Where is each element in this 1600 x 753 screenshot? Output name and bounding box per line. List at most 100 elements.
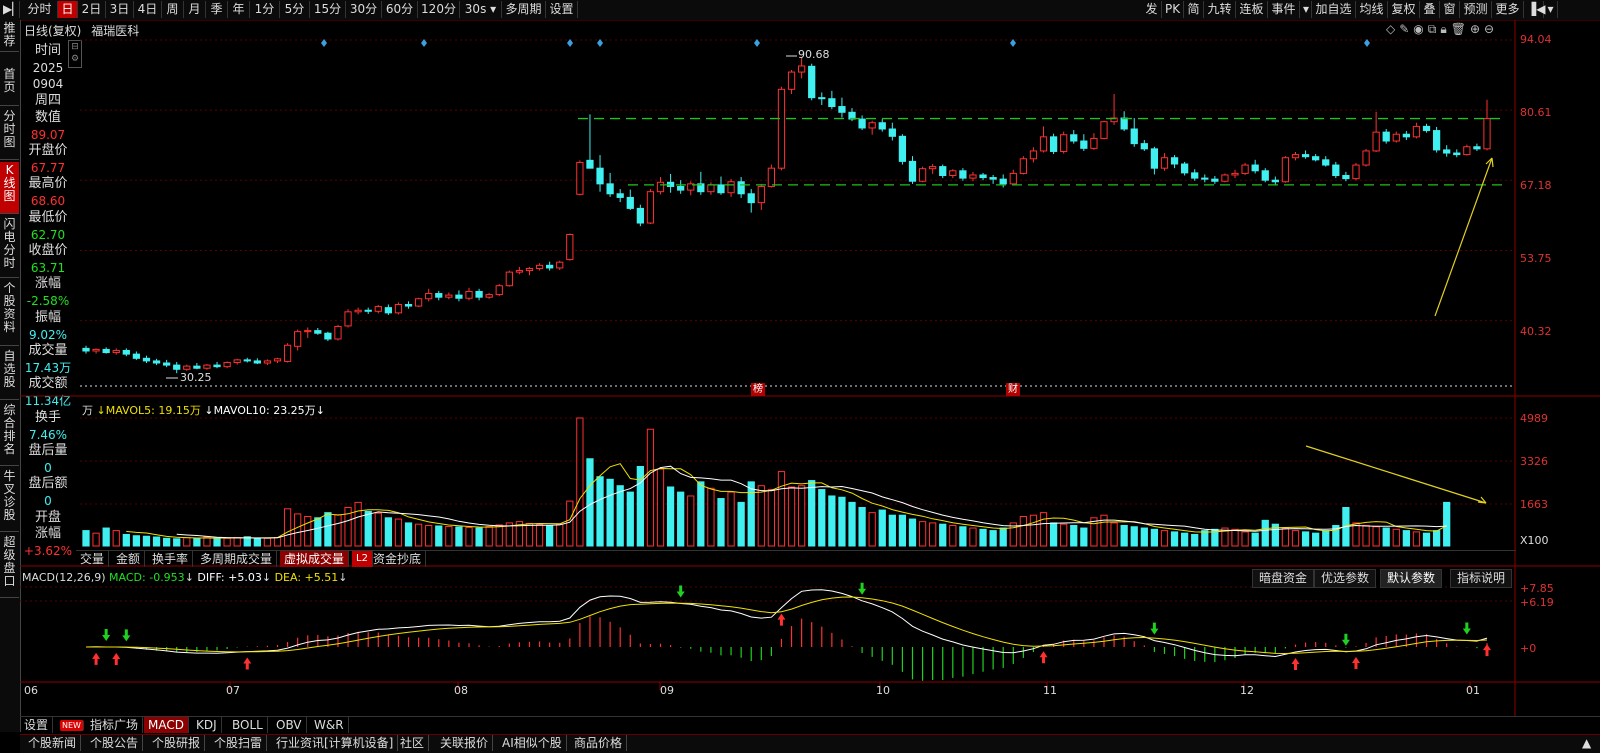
month-label: 12 bbox=[1240, 684, 1254, 697]
tab-turnover[interactable]: 换手率 bbox=[148, 551, 194, 567]
tab-capital-bottom[interactable]: 资金抄底 bbox=[369, 551, 427, 567]
candle-body bbox=[152, 360, 161, 364]
volume-bar bbox=[989, 530, 997, 547]
trash-icon[interactable]: 🗑︎ bbox=[1451, 22, 1470, 36]
link-industry-news[interactable]: 行业资讯[计算机设备] bbox=[272, 735, 399, 751]
link-related-quotes[interactable]: 关联报价 bbox=[436, 735, 494, 751]
link-community[interactable]: 社区 bbox=[396, 735, 430, 751]
link-stock-news[interactable]: 个股新闻 bbox=[24, 735, 82, 751]
candle-body bbox=[868, 122, 876, 129]
candle-body bbox=[878, 122, 886, 130]
volume-bar bbox=[1322, 530, 1330, 547]
candle-body bbox=[1342, 174, 1350, 180]
zoom-out-icon[interactable]: ⊖ bbox=[1484, 22, 1498, 36]
death-cross-arrow bbox=[676, 585, 685, 598]
ranking-marker[interactable]: 榜 bbox=[751, 383, 765, 396]
candle-body bbox=[1060, 134, 1068, 152]
candle-body bbox=[344, 311, 352, 327]
tab-volume[interactable]: 交量 bbox=[76, 551, 110, 567]
volume-bar bbox=[1241, 531, 1249, 547]
candle-body bbox=[989, 177, 997, 180]
candle-body bbox=[1312, 156, 1320, 161]
volume-bar bbox=[142, 535, 151, 547]
mavol10: ↓MAVOL10: 23.25万↓ bbox=[204, 404, 325, 417]
tab-boll[interactable]: BOLL bbox=[228, 717, 268, 733]
candle-body bbox=[656, 181, 665, 193]
event-diamond bbox=[754, 39, 760, 47]
volume-bar bbox=[677, 491, 685, 547]
diamond-icon[interactable]: ◇ bbox=[1386, 22, 1399, 36]
link-commodity-prices[interactable]: 商品价格 bbox=[570, 735, 628, 751]
month-label: 01 bbox=[1466, 684, 1480, 697]
volume-bar bbox=[929, 522, 937, 547]
link-ai-similar[interactable]: AI相似个股 bbox=[498, 735, 567, 751]
candle-body bbox=[1090, 137, 1098, 149]
candle-body bbox=[939, 166, 947, 176]
finance-marker[interactable]: 财 bbox=[1006, 383, 1020, 396]
golden-cross-arrow bbox=[1291, 658, 1300, 671]
optimal-params-button[interactable]: 优选参数 bbox=[1314, 569, 1377, 588]
copy-icon[interactable]: ⧉ bbox=[1428, 22, 1441, 36]
candle-body bbox=[1332, 164, 1340, 176]
link-stock-research[interactable]: 个股研报 bbox=[148, 735, 206, 751]
candle-body bbox=[1170, 157, 1179, 165]
candle-body bbox=[1271, 179, 1279, 183]
candle-body bbox=[173, 364, 181, 370]
volume-bar bbox=[979, 528, 987, 547]
volume-bar bbox=[1392, 528, 1400, 547]
candle-body bbox=[1453, 152, 1461, 156]
tab-kdj[interactable]: KDJ bbox=[192, 717, 222, 733]
candle-body bbox=[858, 118, 866, 129]
default-params-button[interactable]: 默认参数 bbox=[1380, 569, 1443, 588]
link-stock-risk[interactable]: 个股扫雷 bbox=[210, 735, 268, 751]
volume-bar bbox=[1422, 532, 1431, 547]
indicator-settings-button[interactable]: 设置 bbox=[20, 717, 54, 733]
volume-bar bbox=[767, 489, 776, 547]
candle-body bbox=[969, 174, 977, 179]
death-cross-arrow bbox=[858, 582, 867, 595]
volume-bar bbox=[414, 523, 423, 547]
volume-bar bbox=[163, 537, 171, 547]
volume-trend-arrow-head bbox=[1477, 496, 1487, 504]
volume-bar bbox=[747, 481, 755, 547]
pen-icon[interactable]: ✎ bbox=[1399, 22, 1413, 36]
tab-indicator-square[interactable]: 指标广场 bbox=[86, 717, 144, 733]
tab-amount[interactable]: 金额 bbox=[112, 551, 146, 567]
lock-icon[interactable]: 🔒︎ bbox=[1440, 22, 1450, 36]
tab-wr[interactable]: W&R bbox=[310, 717, 349, 733]
golden-cross-arrow bbox=[112, 652, 121, 665]
eye-icon[interactable]: ◉ bbox=[1413, 22, 1427, 36]
month-label: 10 bbox=[876, 684, 890, 697]
candle-body bbox=[163, 362, 171, 366]
candle-body bbox=[495, 285, 503, 296]
candle-body bbox=[626, 196, 634, 209]
indicator-help-button[interactable]: 指标说明 bbox=[1450, 569, 1513, 588]
volume-bar bbox=[223, 537, 231, 547]
candle-body bbox=[707, 184, 715, 193]
candle-body bbox=[334, 325, 342, 340]
volume-bar bbox=[1231, 528, 1239, 547]
volume-bar bbox=[1130, 526, 1138, 547]
candle-body bbox=[1422, 125, 1431, 132]
candle-body bbox=[314, 330, 322, 334]
tab-multi-period-volume[interactable]: 多周期成交量 bbox=[196, 551, 278, 567]
volume-bar bbox=[969, 527, 977, 547]
tab-virtual-volume[interactable]: 虚拟成交量 bbox=[280, 551, 350, 567]
tab-obv[interactable]: OBV bbox=[272, 717, 307, 733]
volume-bar bbox=[384, 517, 392, 547]
month-label: 07 bbox=[226, 684, 240, 697]
tab-macd[interactable]: MACD bbox=[144, 717, 189, 733]
link-stock-announcements[interactable]: 个股公告 bbox=[86, 735, 144, 751]
volume-bar bbox=[1352, 522, 1360, 547]
candle-body bbox=[556, 261, 564, 269]
candle-body bbox=[515, 270, 524, 273]
kline-chart[interactable] bbox=[0, 0, 1600, 752]
expand-icon[interactable]: ▲ bbox=[1578, 735, 1595, 751]
volume-axis-label: 3326 bbox=[1520, 455, 1548, 468]
candle-body bbox=[132, 353, 141, 359]
volume-bar bbox=[808, 480, 816, 547]
zoom-in-icon[interactable]: ⊕ bbox=[1470, 22, 1484, 36]
candle-body bbox=[1160, 157, 1169, 169]
dark-pool-button[interactable]: 暗盘资金 bbox=[1252, 569, 1315, 588]
volume-bar bbox=[183, 537, 191, 547]
